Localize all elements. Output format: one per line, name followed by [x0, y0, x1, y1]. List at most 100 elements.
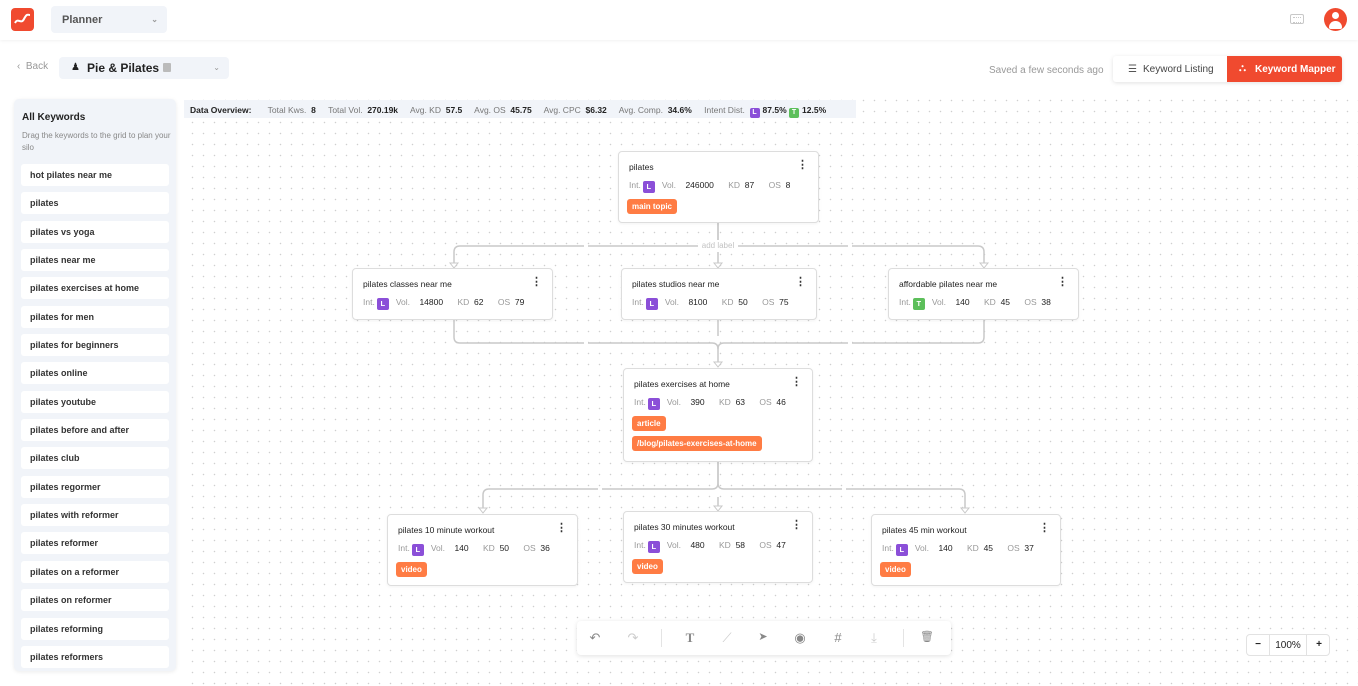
vol-value: 140 [938, 543, 953, 553]
download-icon[interactable]: ⤓ [864, 630, 884, 646]
user-avatar[interactable] [1324, 8, 1347, 31]
calendar-icon[interactable] [163, 63, 171, 72]
kd-value: 45 [983, 543, 994, 553]
keyword-node[interactable]: pilates exercises at home ⋮ Int. L Vol. 390 … [623, 368, 813, 462]
avg-kd-value: 57.5 [445, 105, 463, 115]
keyword-node[interactable]: affordable pilates near me ⋮ Int. T Vol. 140… [888, 268, 1079, 320]
project-icon: ♟ [71, 62, 80, 73]
keyword-item[interactable]: pilates for beginners [21, 334, 169, 357]
more-menu-icon[interactable]: ⋮ [797, 160, 808, 171]
delete-icon[interactable]: 🗑 [917, 630, 937, 643]
toolbar-divider [903, 629, 904, 647]
more-menu-icon[interactable]: ⋮ [795, 277, 806, 288]
more-menu-icon[interactable]: ⋮ [556, 523, 567, 534]
overview-total-kws: Total Kws. 8 [268, 105, 316, 115]
node-title: pilates 30 minutes workout [634, 522, 735, 532]
sitemap-icon: ⛬ [1239, 63, 1246, 74]
more-menu-icon[interactable]: ⋮ [1039, 523, 1050, 534]
more-menu-icon[interactable]: ⋮ [1057, 277, 1068, 288]
total-vol-label: Total Vol. [328, 105, 363, 115]
keyboard-icon[interactable] [1290, 14, 1304, 24]
zoom-out-button[interactable]: − [1247, 639, 1269, 650]
keyword-item[interactable]: pilates near me [21, 249, 169, 272]
keyword-item[interactable]: hot pilates near me [21, 164, 169, 186]
kd-value: 62 [474, 297, 484, 307]
redo-icon[interactable]: ↷ [623, 630, 643, 646]
vol-label: Vol. [664, 297, 679, 307]
chevron-down-icon: ⌄ [151, 15, 158, 24]
zoom-in-button[interactable]: + [1308, 639, 1330, 650]
keyword-item[interactable]: pilates with reformer [21, 504, 169, 527]
keyword-node[interactable]: pilates 45 min workout ⋮ Int. L Vol. 140 KD … [871, 514, 1061, 586]
os-label: OS [523, 543, 536, 553]
keyword-node[interactable]: pilates ⋮ Int. L Vol. 246000 KD 87 OS 8 main … [618, 151, 819, 223]
keyword-item[interactable]: pilates online [21, 362, 169, 385]
project-select[interactable]: ♟ Pie & Pilates ⌄ [59, 57, 229, 79]
keyword-item[interactable]: pilates reformer [21, 532, 169, 555]
grid-icon[interactable]: # [828, 630, 848, 645]
os-label: OS [1007, 543, 1020, 553]
keyword-listing-label: Keyword Listing [1143, 64, 1214, 75]
keyword-item[interactable]: pilates on a reformer [21, 560, 169, 583]
keyword-node[interactable]: pilates 10 minute workout ⋮ Int. L Vol. 140 … [387, 514, 578, 586]
keyword-item[interactable]: pilates vs yoga [21, 220, 169, 243]
sidebar-hint: Drag the keywords to the grid to plan yo… [22, 131, 171, 152]
canvas-toolbar: ↶ ↷ T ⟋ ➤ ◉ # ⤓ 🗑 [577, 621, 951, 655]
keyword-node[interactable]: pilates 30 minutes workout ⋮ Int. L Vol. 480… [623, 511, 813, 583]
os-value: 47 [776, 540, 786, 550]
app-select[interactable]: Planner ⌄ [51, 6, 167, 33]
keyword-item[interactable]: pilates reformers [21, 645, 169, 668]
keyword-item[interactable]: pilates for men [21, 305, 169, 328]
kd-value: 45 [1000, 297, 1011, 307]
back-label: Back [25, 61, 49, 72]
node-tag[interactable]: /blog/pilates-exercises-at-home [632, 436, 762, 451]
keywords-sidebar: All Keywords Drag the keywords to the gr… [14, 99, 176, 671]
intent-badge: L [647, 541, 660, 553]
keyword-list: hot pilates near me pilates pilates vs yog… [21, 164, 169, 671]
toolbar-divider [661, 629, 662, 647]
keyword-mapper-tab[interactable]: ⛬ Keyword Mapper [1227, 56, 1342, 82]
connector-tool-icon[interactable]: ⟋ [717, 630, 737, 646]
node-stats: Int. L Vol. 480 KD 58 OS 47 [634, 540, 798, 553]
keyword-node[interactable]: pilates studios near me ⋮ Int. L Vol. 8100 K… [621, 268, 817, 320]
kd-label: KD [721, 297, 734, 307]
text-tool-icon[interactable]: T [680, 630, 700, 646]
zoom-control: − 100% + [1246, 634, 1330, 656]
os-label: OS [759, 540, 772, 550]
keyword-item[interactable]: pilates youtube [21, 390, 169, 413]
app-logo[interactable] [11, 8, 34, 31]
keyword-item[interactable]: pilates club [21, 447, 169, 470]
keyword-item[interactable]: pilates before and after [21, 419, 169, 442]
keyword-item[interactable]: pilates reforming [21, 617, 169, 640]
node-title: pilates exercises at home [634, 379, 730, 389]
keyword-item[interactable]: pilates exercises at home [21, 277, 169, 300]
node-tag[interactable]: article [632, 416, 666, 431]
more-menu-icon[interactable]: ⋮ [531, 277, 542, 288]
node-tag[interactable]: video [880, 562, 911, 577]
preview-icon[interactable]: ◉ [790, 630, 810, 646]
more-menu-icon[interactable]: ⋮ [791, 377, 802, 388]
keyword-item[interactable]: pilates regormer [21, 475, 169, 498]
int-label: Int. [899, 297, 911, 307]
vol-label: Vol. [931, 297, 946, 307]
node-tag[interactable]: video [396, 562, 427, 577]
keyword-item[interactable]: pilates [21, 192, 169, 215]
intent-L-badge: L [749, 108, 760, 118]
int-label: Int. [629, 180, 641, 190]
select-tool-icon[interactable]: ➤ [753, 630, 773, 643]
os-label: OS [759, 397, 772, 407]
more-menu-icon[interactable]: ⋮ [791, 520, 802, 531]
undo-icon[interactable]: ↶ [585, 630, 605, 646]
back-button[interactable]: ‹ Back [17, 61, 48, 72]
keyword-node[interactable]: pilates classes near me ⋮ Int. L Vol. 14800 … [352, 268, 553, 320]
keyword-listing-tab[interactable]: ☰ Keyword Listing [1113, 56, 1227, 82]
node-tag[interactable]: video [632, 559, 663, 574]
node-tag[interactable]: main topic [627, 199, 678, 214]
save-status: Saved a few seconds ago [989, 65, 1104, 76]
vol-value: 8100 [688, 297, 708, 307]
node-title: pilates classes near me [363, 279, 452, 289]
vol-value: 246000 [685, 180, 714, 190]
keyword-item[interactable]: pilates on reformer [21, 589, 169, 612]
kd-value: 87 [744, 180, 755, 190]
app-select-value: Planner [62, 14, 103, 26]
